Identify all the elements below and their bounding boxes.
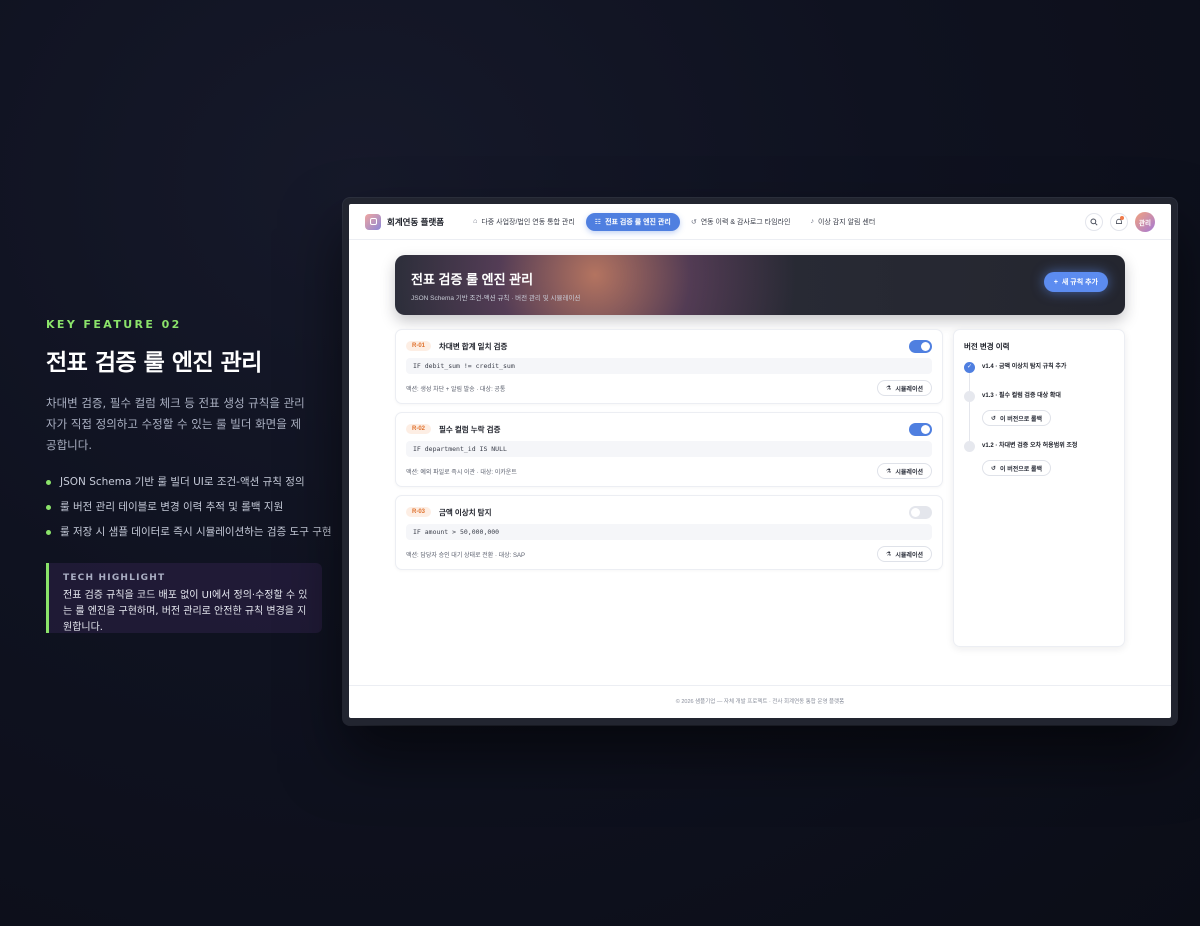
building-icon: ⌂ bbox=[473, 218, 478, 225]
rule-card: R-01 차대변 합계 일치 검증 IF debit_sum != credit… bbox=[395, 329, 943, 404]
main-content: 전표 검증 룰 엔진 관리 JSON Schema 기반 조건-액션 규칙 · … bbox=[395, 255, 1125, 647]
rollback-button[interactable]: ↺ 이 버전으로 롤백 bbox=[982, 460, 1052, 476]
timeline-dot bbox=[964, 391, 975, 402]
nav-item-rule-engine[interactable]: ☷ 전표 검증 룰 엔진 관리 bbox=[585, 212, 680, 231]
simulation-label: 시뮬레이션 bbox=[895, 552, 923, 559]
rollback-label: 이 버전으로 롤백 bbox=[1000, 416, 1043, 423]
notification-button[interactable] bbox=[1110, 212, 1128, 231]
tech-highlight-text: 전표 검증 규칙을 코드 배포 없이 UI에서 정의·수정할 수 있는 룰 엔진… bbox=[63, 590, 308, 633]
notification-dot bbox=[1120, 215, 1124, 220]
feature-title: 전표 검증 룰 엔진 관리 bbox=[46, 350, 262, 376]
version-label: v1.4 · 금액 이상치 탐지 규칙 추가 bbox=[982, 364, 1067, 370]
feature-description: 차대변 검증, 필수 컬럼 체크 등 전표 생성 규칙을 관리자가 직접 정의하… bbox=[46, 396, 305, 452]
flask-icon: ⚗ bbox=[886, 385, 892, 392]
version-item: v1.3 · 필수 컬럼 검증 대상 확대 ↺ 이 버전으로 롤백 bbox=[964, 391, 1114, 441]
page-subtitle: JSON Schema 기반 조건-액션 규칙 · 버전 관리 및 시뮬레이션 bbox=[411, 295, 581, 302]
nav-item-alert-center[interactable]: ♪ 이상 감지 알림 센터 bbox=[801, 213, 884, 231]
feature-kicker: KEY FEATURE 02 bbox=[46, 318, 182, 331]
brand[interactable]: 회계연동 플랫폼 bbox=[365, 213, 445, 230]
tech-highlight-label: TECH HIGHLIGHT bbox=[63, 573, 166, 583]
footer: © 2026 샘플기업 — 자체 개발 프로젝트 · 전사 회계연동 통합 운영… bbox=[349, 685, 1171, 718]
rule-condition: IF department_id IS NULL bbox=[406, 441, 932, 457]
search-icon bbox=[1090, 217, 1098, 226]
nav-item-label: 연동 이력 & 감사로그 타임라인 bbox=[700, 218, 791, 226]
brand-logo-icon bbox=[365, 213, 381, 230]
feature-bullet: 룰 저장 시 샘플 데이터로 즉시 시뮬레이션하는 검증 도구 구현 bbox=[46, 524, 332, 549]
rollback-label: 이 버전으로 롤백 bbox=[1000, 466, 1043, 473]
add-rule-button[interactable]: + 새 규칙 추가 bbox=[1043, 272, 1108, 292]
brand-name: 회계연동 플랫폼 bbox=[387, 216, 445, 227]
rule-meta: 액션: 예외 파일로 즉시 이관 · 대상: 이카운트 bbox=[406, 469, 517, 476]
rule-toggle[interactable] bbox=[909, 505, 932, 519]
version-timeline: ✓ v1.4 · 금액 이상치 탐지 규칙 추가 v1.3 · 필수 컬럼 검증… bbox=[964, 362, 1114, 476]
nav-item-label: 다중 사업장/법인 연동 통합 관리 bbox=[481, 218, 575, 226]
rule-name: 차대변 합계 일치 검증 bbox=[439, 341, 508, 351]
feature-bullet: JSON Schema 기반 룰 빌더 UI로 조건-액션 규칙 정의 bbox=[46, 474, 326, 499]
undo-icon: ↺ bbox=[991, 415, 997, 422]
nav-item-integration[interactable]: ⌂ 다중 사업장/법인 연동 통합 관리 bbox=[464, 213, 584, 231]
rule-condition: IF debit_sum != credit_sum bbox=[406, 358, 932, 374]
undo-icon: ↺ bbox=[991, 465, 997, 472]
rule-list: R-01 차대변 합계 일치 검증 IF debit_sum != credit… bbox=[395, 329, 943, 578]
rule-card: R-03 금액 이상치 탐지 IF amount > 50,000,000 액션… bbox=[395, 495, 943, 570]
feature-panel: KEY FEATURE 02 전표 검증 룰 엔진 관리 차대변 검증, 필수 … bbox=[46, 318, 332, 633]
avatar[interactable]: 관리 bbox=[1135, 211, 1155, 232]
timeline-dot bbox=[964, 441, 975, 452]
nav-item-label: 전표 검증 룰 엔진 관리 bbox=[605, 218, 671, 226]
rule-id-badge: R-03 bbox=[406, 507, 432, 517]
version-item: ✓ v1.4 · 금액 이상치 탐지 규칙 추가 bbox=[964, 362, 1114, 391]
rule-meta: 액션: 생성 차단 + 알림 발송 · 대상: 공통 bbox=[406, 386, 506, 393]
rule-card: R-02 필수 컬럼 누락 검증 IF department_id IS NUL… bbox=[395, 412, 943, 487]
rule-condition: IF amount > 50,000,000 bbox=[406, 524, 932, 540]
list-icon: ☷ bbox=[594, 218, 602, 226]
flask-icon: ⚗ bbox=[886, 468, 892, 475]
plus-icon: + bbox=[1053, 278, 1058, 286]
add-rule-label: 새 규칙 추가 bbox=[1061, 279, 1098, 286]
history-icon: ↺ bbox=[690, 218, 697, 226]
version-history-title: 버전 변경 이력 bbox=[964, 342, 1010, 351]
rollback-button[interactable]: ↺ 이 버전으로 롤백 bbox=[982, 410, 1052, 426]
simulation-button[interactable]: ⚗ 시뮬레이션 bbox=[877, 546, 932, 562]
simulation-label: 시뮬레이션 bbox=[895, 386, 923, 393]
page-title: 전표 검증 룰 엔진 관리 bbox=[411, 272, 534, 287]
check-icon: ✓ bbox=[964, 362, 975, 373]
search-button[interactable] bbox=[1085, 212, 1103, 231]
version-label: v1.3 · 필수 컬럼 검증 대상 확대 bbox=[982, 393, 1061, 399]
rule-meta: 액션: 담당자 승인 대기 상태로 전환 · 대상: SAP bbox=[406, 552, 525, 559]
simulation-label: 시뮬레이션 bbox=[895, 469, 923, 476]
page-header: 전표 검증 룰 엔진 관리 JSON Schema 기반 조건-액션 규칙 · … bbox=[395, 255, 1125, 315]
device-frame: 회계연동 플랫폼 ⌂ 다중 사업장/법인 연동 통합 관리 ☷ 전표 검증 룰 … bbox=[343, 198, 1177, 725]
version-label: v1.2 · 차대변 검증 오차 허용범위 조정 bbox=[982, 443, 1078, 449]
tech-highlight: TECH HIGHLIGHT 전표 검증 규칙을 코드 배포 없이 UI에서 정… bbox=[46, 563, 322, 633]
rule-name: 필수 컬럼 누락 검증 bbox=[439, 424, 501, 434]
rule-name: 금액 이상치 탐지 bbox=[439, 507, 492, 517]
simulation-button[interactable]: ⚗ 시뮬레이션 bbox=[877, 380, 932, 396]
app-screen: 회계연동 플랫폼 ⌂ 다중 사업장/법인 연동 통합 관리 ☷ 전표 검증 룰 … bbox=[349, 204, 1171, 718]
rule-toggle[interactable] bbox=[909, 339, 932, 353]
feature-bullets: JSON Schema 기반 룰 빌더 UI로 조건-액션 규칙 정의 룰 버전… bbox=[46, 474, 332, 549]
feature-bullet: 룰 버전 관리 테이블로 변경 이력 추적 및 롤백 지원 bbox=[46, 499, 326, 524]
flask-icon: ⚗ bbox=[886, 551, 892, 558]
version-history-panel: 버전 변경 이력 ✓ v1.4 · 금액 이상치 탐지 규칙 추가 v1.3 ·… bbox=[953, 329, 1125, 647]
simulation-button[interactable]: ⚗ 시뮬레이션 bbox=[877, 463, 932, 479]
rule-toggle[interactable] bbox=[909, 422, 932, 436]
rule-id-badge: R-02 bbox=[406, 424, 432, 434]
nav-item-audit-timeline[interactable]: ↺ 연동 이력 & 감사로그 타임라인 bbox=[682, 213, 800, 231]
nav-actions: 관리 bbox=[1085, 211, 1155, 232]
rule-id-badge: R-01 bbox=[406, 341, 432, 351]
version-item: v1.2 · 차대변 검증 오차 허용범위 조정 ↺ 이 버전으로 롤백 bbox=[964, 441, 1114, 476]
bell-icon: ♪ bbox=[810, 218, 814, 225]
top-nav: 회계연동 플랫폼 ⌂ 다중 사업장/법인 연동 통합 관리 ☷ 전표 검증 룰 … bbox=[349, 204, 1171, 240]
nav-item-label: 이상 감지 알림 센터 bbox=[817, 218, 876, 226]
